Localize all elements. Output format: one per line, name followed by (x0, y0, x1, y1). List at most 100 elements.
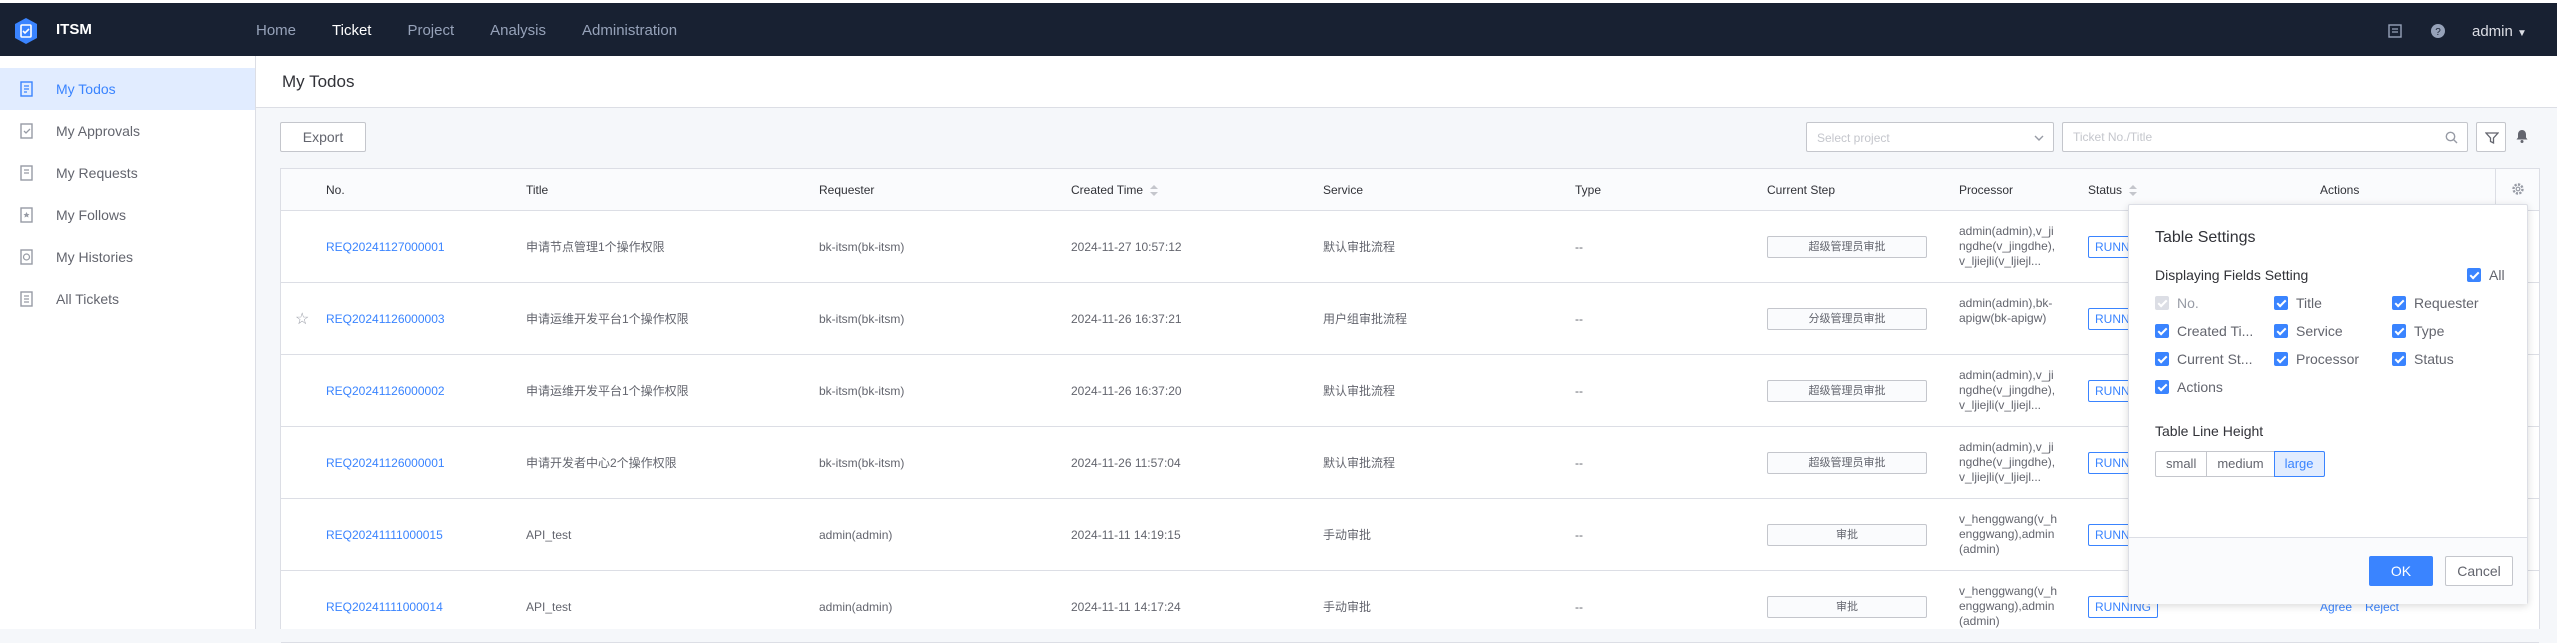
select-all-checkbox[interactable]: All (2467, 267, 2505, 283)
sidebar-item-label: My Follows (56, 207, 127, 223)
app-title[interactable]: ITSM (56, 21, 92, 38)
document-icon[interactable] (2387, 23, 2403, 39)
follow-icon (20, 207, 33, 223)
field-checkbox-status[interactable]: Status (2392, 351, 2454, 367)
nav-project[interactable]: Project (407, 3, 454, 59)
ticket-requester: bk-itsm(bk-itsm) (819, 456, 905, 470)
ticket-service: 默认审批流程 (1323, 240, 1396, 254)
fields-setting-label: Displaying Fields Setting (2155, 267, 2309, 283)
ticket-no-link[interactable]: REQ20241126000003 (326, 312, 445, 327)
ticket-no-link[interactable]: REQ20241111000015 (326, 528, 443, 543)
col-header-status[interactable]: Status (2088, 183, 2138, 197)
sidebar-item-my-histories[interactable]: My Histories (0, 236, 255, 278)
checkbox-checked-icon (2274, 296, 2288, 310)
field-checkbox-type[interactable]: Type (2392, 323, 2444, 339)
col-header-current-step[interactable]: Current Step (1767, 183, 1835, 197)
search-icon[interactable] (2445, 131, 2458, 144)
ticket-requester: bk-itsm(bk-itsm) (819, 312, 905, 326)
ticket-no-link[interactable]: REQ20241126000002 (326, 384, 445, 399)
ticket-service: 默认审批流程 (1323, 456, 1396, 470)
sidebar-item-my-todos[interactable]: My Todos (0, 68, 255, 110)
cancel-button[interactable]: Cancel (2445, 556, 2513, 586)
field-checkbox-actions[interactable]: Actions (2155, 379, 2223, 395)
filter-button[interactable] (2476, 122, 2506, 152)
checkbox-checked-icon (2155, 352, 2169, 366)
sidebar-item-my-follows[interactable]: My Follows (0, 194, 255, 236)
help-icon[interactable]: ? (2430, 23, 2446, 39)
ticket-requester: admin(admin) (819, 528, 893, 542)
ticket-type: -- (1575, 384, 1583, 398)
field-checkbox-title[interactable]: Title (2274, 295, 2322, 311)
ticket-no-link[interactable]: REQ20241127000001 (326, 240, 445, 255)
caret-down-icon: ▼ (2517, 28, 2527, 39)
sidebar-item-my-approvals[interactable]: My Approvals (0, 110, 255, 152)
ticket-created-time: 2024-11-11 14:19:15 (1071, 528, 1181, 542)
sidebar-item-my-requests[interactable]: My Requests (0, 152, 255, 194)
search-input[interactable] (2071, 129, 2435, 145)
field-checkbox-current-step[interactable]: Current St... (2155, 351, 2252, 367)
ticket-no-link[interactable]: REQ20241126000001 (326, 456, 445, 471)
checkbox-checked-icon (2274, 352, 2288, 366)
ticket-service: 用户组审批流程 (1323, 312, 1408, 326)
project-select[interactable]: Select project (1806, 122, 2054, 152)
sidebar-item-label: All Tickets (56, 291, 120, 307)
field-checkbox-created-time[interactable]: Created Ti... (2155, 323, 2253, 339)
line-height-small[interactable]: small (2155, 451, 2208, 477)
field-checkbox-service[interactable]: Service (2274, 323, 2343, 339)
ticket-service: 手动审批 (1323, 600, 1372, 614)
col-header-processor[interactable]: Processor (1959, 183, 2013, 197)
col-header-type[interactable]: Type (1575, 183, 1601, 197)
checkbox-label: Actions (2177, 379, 2223, 395)
line-height-medium[interactable]: medium (2206, 451, 2275, 477)
current-step-tag: 超级管理员审批 (1767, 380, 1927, 402)
col-header-title[interactable]: Title (526, 183, 548, 197)
col-header-no[interactable]: No. (326, 183, 345, 197)
ticket-created-time: 2024-11-26 16:37:21 (1071, 312, 1182, 326)
ticket-requester: bk-itsm(bk-itsm) (819, 240, 905, 254)
nav-analysis[interactable]: Analysis (490, 3, 546, 59)
checkbox-label: Created Ti... (2177, 323, 2254, 339)
checkbox-checked-icon (2155, 380, 2169, 394)
ticket-service: 手动审批 (1323, 528, 1372, 542)
page-header: My Todos (256, 56, 2557, 108)
current-step-tag: 超级管理员审批 (1767, 236, 1927, 258)
username: admin (2472, 23, 2513, 40)
ok-button[interactable]: OK (2369, 556, 2433, 586)
nav-home[interactable]: Home (256, 3, 296, 59)
table-settings-popover: Table Settings Displaying Fields Setting… (2128, 204, 2528, 604)
filter-icon (2485, 132, 2499, 145)
sidebar-item-all-tickets[interactable]: All Tickets (0, 278, 255, 320)
ticket-no-link[interactable]: REQ20241111000014 (326, 600, 443, 615)
field-checkbox-no: No. (2155, 295, 2199, 311)
ticket-requester: bk-itsm(bk-itsm) (819, 384, 905, 398)
current-step-tag: 分级管理员审批 (1767, 308, 1927, 330)
checkbox-checked-icon (2392, 352, 2406, 366)
col-header-service[interactable]: Service (1323, 183, 1363, 197)
field-checkbox-processor[interactable]: Processor (2274, 351, 2359, 367)
ticket-type: -- (1575, 456, 1583, 470)
ticket-type: -- (1575, 240, 1583, 254)
line-height-large[interactable]: large (2273, 451, 2325, 477)
col-header-created-label: Created Time (1071, 183, 1144, 197)
search-box (2062, 122, 2468, 152)
nav-administration[interactable]: Administration (582, 3, 677, 59)
checkbox-checked-icon (2155, 324, 2169, 338)
col-header-created-time[interactable]: Created Time (1071, 183, 1159, 197)
export-button[interactable]: Export (280, 122, 366, 152)
ticket-created-time: 2024-11-26 11:57:04 (1071, 456, 1181, 470)
nav-ticket[interactable]: Ticket (332, 3, 371, 59)
checkbox-checked-icon (2392, 324, 2406, 338)
field-checkbox-requester[interactable]: Requester (2392, 295, 2479, 311)
col-header-requester[interactable]: Requester (819, 183, 874, 197)
sort-icon[interactable] (1150, 185, 1159, 197)
ticket-type: -- (1575, 600, 1583, 614)
checkbox-label: Processor (2296, 351, 2360, 367)
ticket-created-time: 2024-11-26 16:37:20 (1071, 384, 1182, 398)
bell-icon[interactable] (2514, 128, 2530, 144)
sort-icon[interactable] (2129, 185, 2138, 197)
ticket-processor: v_henggwang(v_henggwang),admin(admin) (1959, 584, 2058, 628)
checkbox-label: Title (2296, 295, 2322, 311)
star-icon[interactable]: ☆ (295, 309, 309, 329)
ticket-processor: admin(admin),bk-apigw(bk-apigw) (1959, 296, 2053, 325)
user-menu[interactable]: admin ▼ (2472, 23, 2527, 40)
